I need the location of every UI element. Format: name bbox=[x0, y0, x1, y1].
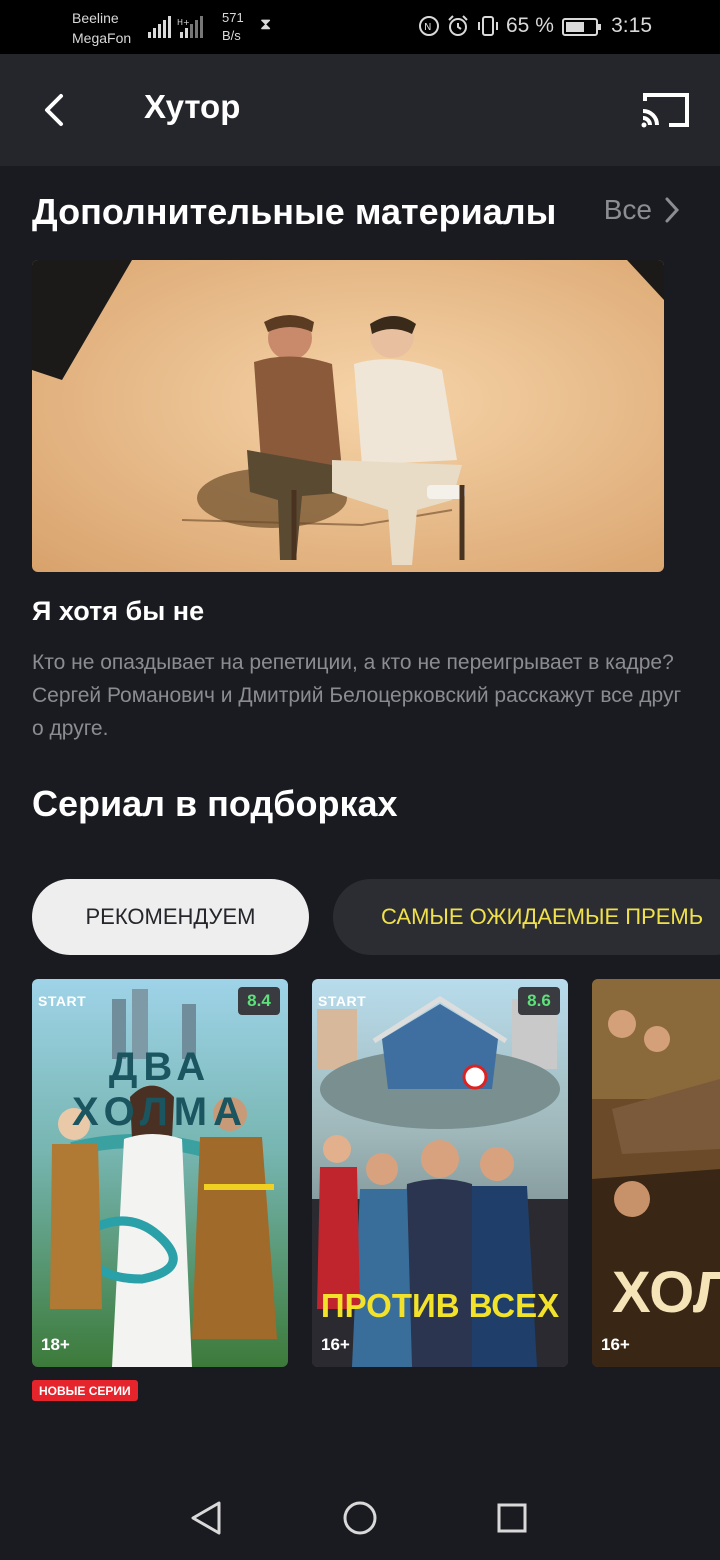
svg-text:N: N bbox=[424, 22, 431, 33]
carrier-1: Beeline bbox=[72, 10, 119, 26]
back-button[interactable] bbox=[30, 84, 78, 136]
rating-badge: 8.4 bbox=[238, 987, 280, 1015]
extras-title: Дополнительные материалы bbox=[32, 191, 557, 232]
chevron-right-icon bbox=[665, 197, 680, 223]
poster-card-khol[interactable]: ХОЛ 16+ bbox=[592, 979, 720, 1367]
square-recents-icon bbox=[497, 1503, 527, 1533]
age-rating: 16+ bbox=[321, 1335, 350, 1354]
speed-value: 571 bbox=[222, 10, 244, 25]
cast-icon bbox=[641, 93, 689, 128]
tab-most-anticipated-label: САМЫЕ ОЖИДАЕМЫЕ ПРЕМЬ bbox=[381, 904, 704, 929]
svg-text:H+: H+ bbox=[177, 18, 190, 27]
see-all-link[interactable]: Все bbox=[604, 194, 680, 226]
brand-logo: START bbox=[318, 993, 367, 1009]
nav-back-button[interactable] bbox=[184, 1496, 228, 1540]
page-title: Хутор bbox=[144, 88, 241, 125]
cast-button[interactable] bbox=[636, 84, 696, 136]
extras-video-thumbnail[interactable] bbox=[32, 260, 664, 572]
extras-item-description: Кто не опаздывает на репетиции, а кто не… bbox=[32, 651, 682, 740]
circle-home-icon bbox=[343, 1501, 377, 1535]
collections-title: Сериал в подборках bbox=[32, 783, 398, 824]
signal-icon: H+ bbox=[148, 16, 203, 38]
chevron-left-icon bbox=[45, 94, 63, 126]
nav-recents-button[interactable] bbox=[490, 1496, 534, 1540]
vibrate-icon bbox=[478, 16, 498, 36]
thumbnail-image bbox=[32, 260, 664, 572]
poster-title: ДВА ХОЛМА bbox=[71, 1045, 249, 1134]
triangle-back-icon bbox=[191, 1501, 221, 1535]
speed-unit: B/s bbox=[222, 28, 241, 43]
alarm-icon bbox=[448, 15, 468, 36]
extras-item-title: Я хотя бы не bbox=[32, 596, 205, 626]
battery-percent: 65 % bbox=[506, 14, 554, 37]
new-episodes-badge: НОВЫЕ СЕРИИ bbox=[32, 1380, 138, 1401]
poster-card-protiv-vsekh[interactable]: START 8.6 ПРОТИВ ВСЕХ 16+ bbox=[312, 979, 568, 1367]
carrier-2: MegaFon bbox=[72, 30, 132, 46]
rating-badge: 8.6 bbox=[518, 987, 560, 1015]
data-saver-icon: N bbox=[419, 16, 439, 36]
carrier-names: Beeline MegaFon bbox=[72, 8, 131, 48]
tab-recommended-label: РЕКОМЕНДУЕМ bbox=[85, 904, 256, 929]
system-nav-bar bbox=[0, 1476, 720, 1560]
tab-recommended[interactable]: РЕКОМЕНДУЕМ bbox=[32, 879, 309, 955]
nav-home-button[interactable] bbox=[338, 1496, 382, 1540]
see-all-label: Все bbox=[603, 194, 652, 225]
extras-section-header: Дополнительные материалы Все bbox=[32, 190, 688, 238]
status-icons: N bbox=[418, 14, 500, 38]
tab-most-anticipated[interactable]: САМЫЕ ОЖИДАЕМЫЕ ПРЕМЬ bbox=[333, 879, 720, 955]
clock: 3:15 bbox=[611, 14, 652, 37]
poster-title: ПРОТИВ ВСЕХ bbox=[320, 1287, 560, 1324]
network-speed: 571 B/s bbox=[222, 9, 244, 45]
poster-title: ХОЛ bbox=[612, 1260, 720, 1325]
top-app-bar: Хутор bbox=[0, 54, 720, 166]
brand-logo: START bbox=[38, 993, 87, 1009]
battery-icon bbox=[562, 18, 601, 36]
age-rating: 18+ bbox=[41, 1335, 70, 1354]
poster-art bbox=[32, 979, 288, 1367]
status-bar: Beeline MegaFon H+ 571 B/s ⧗ N 65 % 3:15 bbox=[0, 0, 720, 54]
age-rating: 16+ bbox=[601, 1335, 630, 1354]
poster-card-dva-kholma[interactable]: START 8.4 ДВА ХОЛМА 18+ bbox=[32, 979, 288, 1367]
hourglass-icon: ⧗ bbox=[260, 16, 272, 33]
